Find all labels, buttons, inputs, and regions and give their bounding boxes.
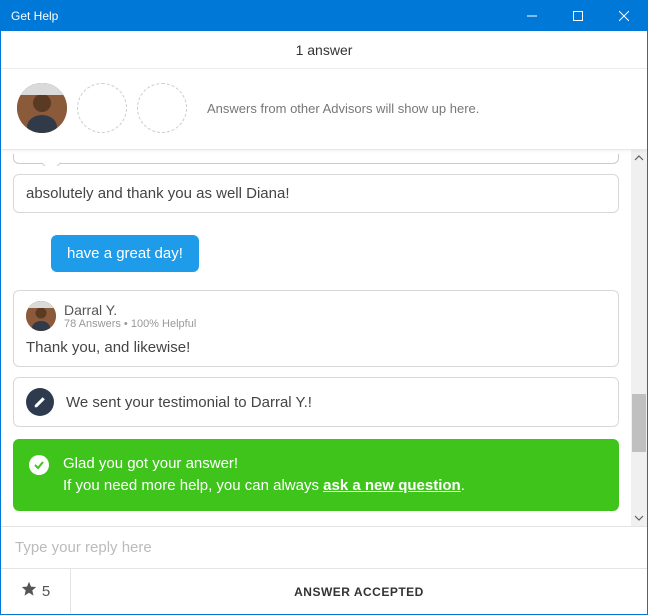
maximize-button[interactable] (555, 1, 601, 31)
check-icon (29, 455, 49, 475)
footer: 5 ANSWER ACCEPTED (1, 568, 647, 614)
content-area: absolutely and thank you as well Diana! … (1, 150, 647, 526)
ask-new-question-link[interactable]: ask a new question (323, 477, 461, 494)
message-text: absolutely and thank you as well Diana! (26, 185, 290, 202)
chat-scroll[interactable]: absolutely and thank you as well Diana! … (1, 150, 631, 526)
titlebar: Get Help (1, 1, 647, 31)
message-text: Thank you, and likewise! (26, 339, 606, 356)
scroll-up-icon[interactable] (631, 150, 647, 166)
prior-message-peek (13, 154, 619, 166)
reply-row (1, 526, 647, 568)
reply-input[interactable] (15, 539, 633, 556)
incoming-message: absolutely and thank you as well Diana! (13, 174, 619, 213)
scroll-thumb[interactable] (632, 394, 646, 452)
subheader: 1 answer (1, 31, 647, 69)
answer-status[interactable]: ANSWER ACCEPTED (71, 569, 647, 614)
advisor-avatar[interactable] (17, 83, 67, 133)
minimize-button[interactable] (509, 1, 555, 31)
success-line1: Glad you got your answer! (63, 453, 465, 475)
app-window: Get Help 1 answer Answers from other Adv… (0, 0, 648, 615)
outgoing-message: have a great day! (51, 235, 199, 272)
message-text: have a great day! (67, 245, 183, 262)
advisor-avatar-placeholder (77, 83, 127, 133)
close-button[interactable] (601, 1, 647, 31)
success-line2: If you need more help, you can always as… (63, 475, 465, 497)
advisor-row: Answers from other Advisors will show up… (1, 69, 647, 150)
advisor-avatar-placeholder (137, 83, 187, 133)
rating-value: 5 (42, 583, 50, 600)
advisor-stats: 78 Answers • 100% Helpful (64, 318, 196, 330)
advisor-reply-card: Darral Y. 78 Answers • 100% Helpful Than… (13, 290, 619, 367)
advisor-name: Darral Y. (64, 302, 196, 318)
pencil-icon (26, 388, 54, 416)
scrollbar[interactable] (631, 150, 647, 526)
window-title: Get Help (11, 9, 509, 23)
advisor-avatar-small (26, 301, 56, 331)
testimonial-text: We sent your testimonial to Darral Y.! (66, 394, 312, 411)
star-icon (21, 581, 37, 602)
scroll-down-icon[interactable] (631, 510, 647, 526)
success-banner: Glad you got your answer! If you need mo… (13, 439, 619, 511)
rating-button[interactable]: 5 (1, 569, 71, 614)
answer-count: 1 answer (296, 42, 353, 58)
advisor-hint: Answers from other Advisors will show up… (207, 101, 479, 116)
testimonial-notice: We sent your testimonial to Darral Y.! (13, 377, 619, 427)
